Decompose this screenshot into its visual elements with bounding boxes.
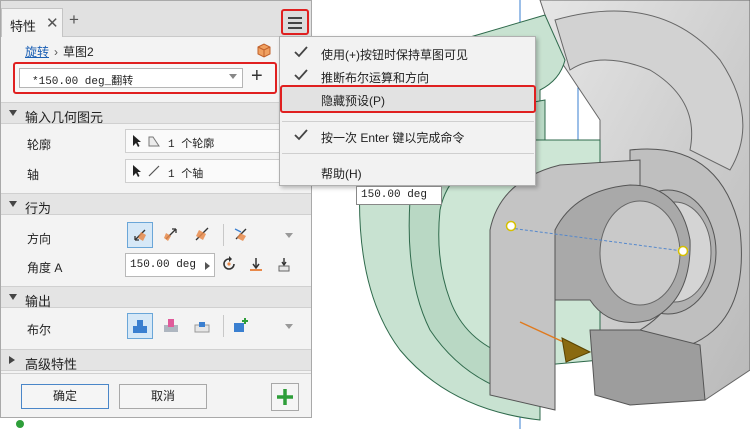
menu-item-label: 推断布尔运算和方向 [321,71,430,85]
menu-item-label: 按一次 Enter 键以完成命令 [321,131,465,145]
apply-button[interactable] [271,383,299,411]
checkmark-icon [294,46,308,58]
direction-symmetric-button[interactable] [190,222,216,248]
join-button[interactable] [127,313,153,339]
preset-dropdown[interactable]: *150.00 deg_翻转 [19,68,243,88]
between-faces-button[interactable] [272,252,298,278]
chevron-down-icon [229,74,237,79]
angle-value-tooltip[interactable]: 150.00 deg [356,186,442,205]
direction-symmetric-icon [195,227,209,241]
angle-label: 角度 A [27,261,63,275]
chevron-down-icon[interactable] [285,324,293,329]
breadcrumb: 旋转 › 草图2 [25,43,94,59]
section-output-label: 输出 [25,294,52,309]
ok-button[interactable]: 确定 [21,384,109,409]
cancel-button[interactable]: 取消 [119,384,207,409]
menu-item-label: 使用(+)按钮时保持草图可见 [321,48,469,62]
section-behavior-label: 行为 [25,201,52,216]
checkmark-icon [294,69,308,81]
close-icon[interactable]: ✕ [46,14,59,32]
full-revolve-button[interactable] [217,252,243,278]
menu-item-hide-presets[interactable]: 隐藏预设(P) [280,85,536,113]
direction-label: 方向 [27,232,52,246]
tab-properties[interactable]: 特性 ✕ [1,8,63,37]
menu-item-infer-boolean[interactable]: 推断布尔运算和方向 [280,65,535,87]
to-face-button[interactable] [244,252,270,278]
section-behavior[interactable]: 行为 [1,193,311,216]
collapse-arrow-icon [9,110,17,116]
menu-item-label: 隐藏预设(P) [321,94,385,108]
plus-icon [277,389,293,405]
direction-default-button[interactable] [127,222,153,248]
section-advanced[interactable]: 高级特性 [1,349,311,372]
cube-icon[interactable] [256,43,271,58]
axis-label: 轴 [27,168,40,182]
cut-button[interactable] [159,313,185,339]
tab-properties-label: 特性 [10,19,37,34]
direction-flip-button[interactable] [159,222,185,248]
cursor-icon [133,165,141,177]
join-icon [133,320,147,333]
panel-tab-bar: 特性 ✕ + [1,1,311,37]
menu-item-help[interactable]: 帮助(H) [280,161,535,183]
expand-arrow-icon [9,356,15,364]
section-input-geometry[interactable]: 输入几何图元 [1,102,311,125]
new-solid-icon [234,318,248,332]
menu-item-enter-to-finish[interactable]: 按一次 Enter 键以完成命令 [280,125,535,147]
preset-value: *150.00 deg_翻转 [32,76,134,88]
direction-asymmetric-button[interactable] [229,222,255,248]
angle-input[interactable]: 150.00 deg [125,253,215,277]
panel-options-menu: 使用(+)按钮时保持草图可见 推断布尔运算和方向 隐藏预设(P) 按一次 Ent… [279,36,536,186]
direction-default-icon [134,229,146,241]
cut-icon [164,319,178,332]
profile-value: 1 个轮廓 [168,139,215,151]
intersect-icon [194,322,210,333]
menu-item-keep-sketch-visible[interactable]: 使用(+)按钮时保持草图可见 [280,42,535,64]
chevron-down-icon[interactable] [285,233,293,238]
hamburger-menu-button[interactable] [281,9,309,35]
menu-item-label: 帮助(H) [321,167,362,181]
direction-asymmetric-icon [234,228,247,241]
profile-icon [148,136,160,147]
cursor-icon [133,135,141,147]
checkmark-icon [294,129,308,141]
section-output[interactable]: 输出 [1,286,311,309]
new-solid-button[interactable] [229,313,255,339]
axis-value: 1 个轴 [168,169,204,181]
preset-highlight: *150.00 deg_翻转 + [13,62,277,94]
section-advanced-label: 高级特性 [25,357,78,372]
angle-tooltip-value: 150.00 deg [361,189,428,201]
properties-panel: 特性 ✕ + 旋转 › 草图2 *150.00 deg_翻转 + 输入几何图元 轮廓… [0,0,312,418]
full-revolve-icon [223,256,235,270]
section-input-geometry-label: 输入几何图元 [25,110,104,125]
between-faces-icon [278,258,290,272]
intersect-button[interactable] [190,313,216,339]
boolean-label: 布尔 [27,323,52,337]
add-preset-button[interactable]: + [251,65,263,87]
hamburger-icon [288,17,302,19]
axis-icon [148,165,160,177]
to-face-icon [250,258,262,271]
collapse-arrow-icon [9,294,17,300]
profile-label: 轮廓 [27,138,52,152]
breadcrumb-separator: › [54,45,59,59]
angle-menu-arrow-icon[interactable] [205,262,210,270]
add-tab-icon[interactable]: + [69,11,79,28]
breadcrumb-sketch: 草图2 [63,45,94,59]
angle-value: 150.00 deg [130,259,197,271]
breadcrumb-feature-link[interactable]: 旋转 [25,45,49,59]
direction-flip-icon [164,228,177,241]
collapse-arrow-icon [9,201,17,207]
